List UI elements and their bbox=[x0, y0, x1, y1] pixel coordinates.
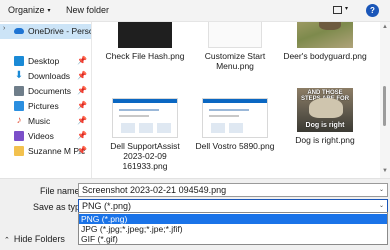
thumbnail-card bbox=[121, 123, 135, 133]
nav-item-label: Documents bbox=[28, 86, 71, 96]
file-thumbnail bbox=[112, 98, 178, 138]
chevron-down-icon[interactable]: ⌄ bbox=[379, 186, 384, 193]
file-name: Dell Vostro 5890.png bbox=[195, 141, 275, 151]
chevron-down-icon: ▾ bbox=[345, 6, 349, 12]
vertical-scrollbar[interactable]: ▲ ▼ bbox=[380, 22, 390, 178]
nav-item-label: Pictures bbox=[28, 101, 59, 111]
help-icon[interactable]: ? bbox=[366, 4, 379, 17]
file-name-value[interactable]: Screenshot 2023-02-21 094549.png bbox=[82, 185, 226, 195]
file-item[interactable]: Check File Hash.png bbox=[100, 22, 190, 61]
organize-button[interactable]: Organize ▾ bbox=[8, 5, 51, 15]
file-item[interactable]: Dell Vostro 5890.png bbox=[190, 98, 280, 151]
dropdown-option-gif[interactable]: GIF (*.gif) bbox=[79, 234, 387, 244]
thumbnail-line bbox=[119, 115, 149, 117]
chevron-right-icon[interactable]: › bbox=[3, 25, 5, 32]
navigation-pane: › OneDrive - Person Desktop 📌 ⬇ Download… bbox=[0, 22, 92, 178]
file-item[interactable]: Dell SupportAssist 2023-02-09 161933.png bbox=[100, 98, 190, 171]
file-thumbnail: AND THOSE STEPS ARE FOR Dog is right bbox=[297, 88, 353, 132]
thumbnail-line bbox=[119, 109, 159, 111]
file-name-field[interactable]: Screenshot 2023-02-21 094549.png ⌄ bbox=[78, 183, 388, 197]
thumbnail-card bbox=[157, 123, 171, 133]
hide-folders-label: Hide Folders bbox=[13, 234, 65, 244]
file-list: Check File Hash.png Customize Start Menu… bbox=[92, 22, 380, 178]
cloud-icon bbox=[14, 28, 24, 34]
pin-icon: 📌 bbox=[77, 56, 87, 65]
download-icon: ⬇ bbox=[14, 70, 24, 81]
organize-label: Organize bbox=[8, 5, 45, 15]
file-thumbnail bbox=[297, 22, 353, 48]
pin-icon: 📌 bbox=[77, 116, 87, 125]
nav-item-desktop[interactable]: Desktop 📌 bbox=[0, 54, 91, 69]
pin-icon: 📌 bbox=[77, 146, 87, 155]
nav-item-label: Music bbox=[28, 116, 51, 126]
pin-icon: 📌 bbox=[77, 131, 87, 140]
nav-item-downloads[interactable]: ⬇ Downloads 📌 bbox=[0, 69, 91, 84]
file-thumbnail bbox=[202, 98, 268, 138]
save-as-type-dropdown: PNG (*.png) JPG (*.jpg;*.jpeg;*.jpe;*.jf… bbox=[78, 212, 388, 245]
folder-icon bbox=[14, 146, 24, 156]
thumbnail-header bbox=[113, 99, 177, 103]
scrollbar-thumb[interactable] bbox=[383, 86, 386, 126]
dog-image bbox=[309, 98, 343, 118]
file-name: Dog is right.png bbox=[295, 135, 355, 145]
scroll-down-icon[interactable]: ▼ bbox=[382, 166, 388, 176]
file-name: Deer's bodyguard.png bbox=[283, 51, 367, 61]
view-options-button[interactable]: ▾ bbox=[333, 5, 355, 17]
nav-item-label: Videos bbox=[28, 131, 54, 141]
new-folder-button[interactable]: New folder bbox=[66, 5, 109, 15]
music-icon: ♪ bbox=[16, 115, 22, 126]
file-thumbnail bbox=[208, 22, 262, 48]
file-name: Dell SupportAssist 2023-02-09 161933.png bbox=[110, 141, 180, 171]
save-as-type-select[interactable]: PNG (*.png) ⌄ bbox=[78, 199, 388, 213]
scroll-up-icon[interactable]: ▲ bbox=[382, 24, 388, 30]
deer-image bbox=[319, 22, 341, 30]
thumbnail-line bbox=[209, 115, 239, 117]
thumbnail-line bbox=[209, 109, 249, 111]
thumbnail-header bbox=[203, 99, 267, 103]
documents-icon bbox=[14, 86, 24, 96]
pin-icon: 📌 bbox=[77, 71, 87, 80]
desktop-icon bbox=[14, 56, 24, 66]
chevron-down-icon[interactable]: ⌄ bbox=[379, 202, 384, 209]
thumbnail-card bbox=[211, 123, 225, 133]
file-item[interactable]: Deer's bodyguard.png bbox=[280, 22, 370, 61]
file-thumbnail bbox=[118, 22, 172, 48]
dropdown-option-jpg[interactable]: JPG (*.jpg;*.jpeg;*.jpe;*.jfif) bbox=[79, 224, 387, 234]
nav-item-onedrive[interactable]: › OneDrive - Person bbox=[0, 24, 92, 39]
pin-icon: 📌 bbox=[77, 101, 87, 110]
file-item[interactable]: Customize Start Menu.png bbox=[190, 22, 280, 71]
chevron-up-icon: ⌃ bbox=[4, 237, 10, 244]
nav-item-pictures[interactable]: Pictures 📌 bbox=[0, 99, 91, 114]
nav-item-documents[interactable]: Documents 📌 bbox=[0, 84, 91, 99]
dropdown-option-png[interactable]: PNG (*.png) bbox=[79, 214, 387, 224]
nav-item-music[interactable]: ♪ Music 📌 bbox=[0, 114, 91, 129]
save-as-type-value[interactable]: PNG (*.png) bbox=[82, 201, 131, 211]
view-icon bbox=[333, 6, 342, 14]
file-name: Customize Start Menu.png bbox=[204, 51, 266, 71]
meme-caption-bottom: Dog is right bbox=[305, 122, 345, 129]
command-bar: Organize ▾ New folder ▾ ? bbox=[0, 0, 390, 22]
pin-icon: 📌 bbox=[77, 86, 87, 95]
pictures-icon bbox=[14, 101, 24, 111]
thumbnail-card bbox=[229, 123, 243, 133]
chevron-down-icon: ▾ bbox=[47, 8, 51, 14]
nav-item-videos[interactable]: Videos 📌 bbox=[0, 129, 91, 144]
file-item[interactable]: AND THOSE STEPS ARE FOR Dog is right Dog… bbox=[280, 88, 370, 145]
nav-item-suzanne-m-pic[interactable]: Suzanne M Pic 📌 bbox=[0, 144, 91, 159]
nav-item-label: Desktop bbox=[28, 56, 60, 66]
nav-item-label: Downloads bbox=[28, 71, 71, 81]
thumbnail-card bbox=[139, 123, 153, 133]
file-name-label: File name: bbox=[40, 186, 83, 196]
nav-item-label: OneDrive - Person bbox=[28, 26, 92, 36]
hide-folders-button[interactable]: ⌃ Hide Folders bbox=[4, 234, 65, 244]
file-name: Check File Hash.png bbox=[105, 51, 185, 61]
videos-icon bbox=[14, 131, 24, 141]
